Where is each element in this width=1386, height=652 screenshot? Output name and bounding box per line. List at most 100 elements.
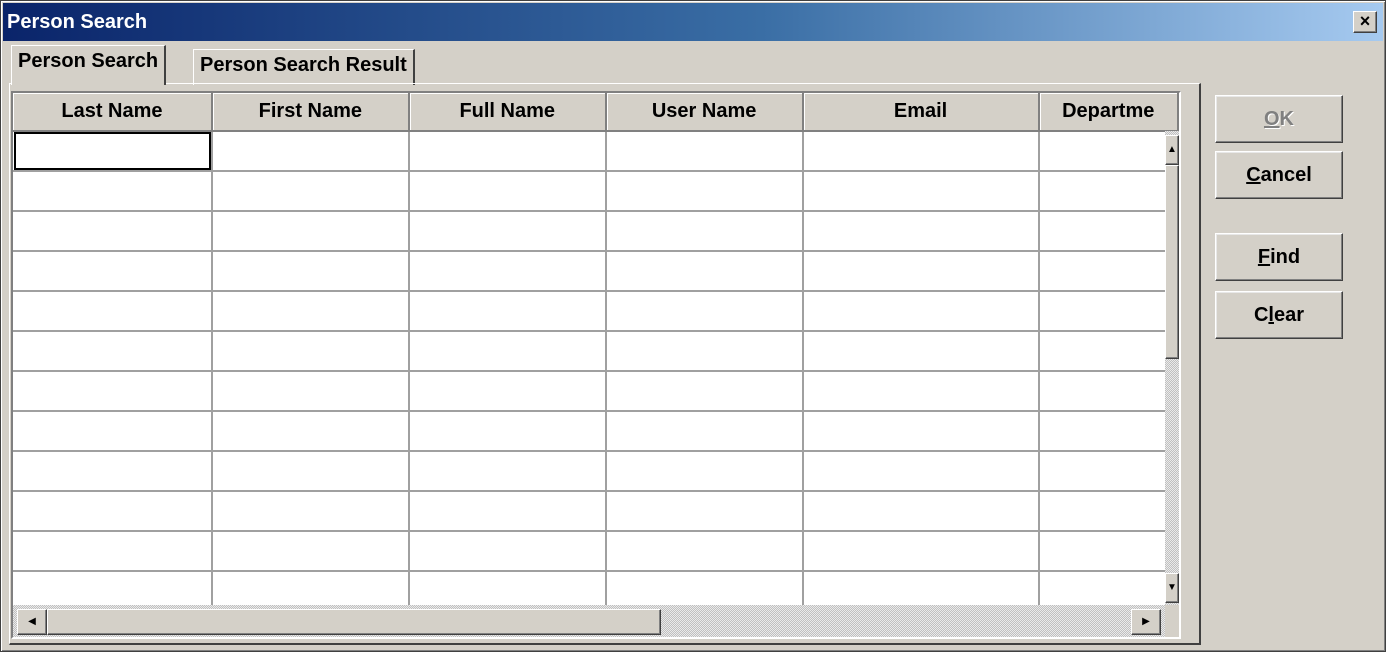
grid-cell[interactable] bbox=[13, 411, 213, 452]
grid-cell[interactable] bbox=[1038, 331, 1179, 372]
grid-cell[interactable] bbox=[1038, 131, 1179, 172]
grid-cell[interactable] bbox=[605, 251, 804, 292]
grid-cell[interactable] bbox=[408, 411, 607, 452]
grid-cell[interactable] bbox=[408, 131, 607, 172]
grid-cell[interactable] bbox=[802, 331, 1040, 372]
search-criteria-table: Last Name First Name Full Name User Name Ema… bbox=[13, 93, 1179, 612]
grid-cell[interactable] bbox=[605, 331, 804, 372]
scroll-down-icon[interactable]: ▼ bbox=[1165, 573, 1179, 603]
vertical-scrollbar[interactable]: ▲ ▼ bbox=[1165, 131, 1179, 605]
horizontal-scroll-thumb[interactable] bbox=[47, 609, 661, 635]
clear-button-label: ear bbox=[1273, 304, 1305, 326]
tab-person-search-result[interactable]: Person Search Result bbox=[193, 49, 415, 85]
table-row bbox=[13, 131, 1179, 172]
grid-cell[interactable] bbox=[802, 411, 1040, 452]
grid-cell[interactable] bbox=[802, 451, 1040, 492]
column-header-4[interactable]: Email bbox=[802, 93, 1040, 132]
grid-cell[interactable] bbox=[211, 171, 410, 212]
grid-cell[interactable] bbox=[211, 491, 410, 532]
grid-cell[interactable] bbox=[802, 291, 1040, 332]
grid-cell[interactable] bbox=[1038, 291, 1179, 332]
scroll-right-icon[interactable]: ▶ bbox=[1131, 609, 1161, 635]
grid-cell[interactable] bbox=[408, 291, 607, 332]
grid-cell[interactable] bbox=[211, 331, 410, 372]
grid-cell[interactable] bbox=[13, 491, 213, 532]
close-icon[interactable]: × bbox=[1353, 11, 1377, 33]
grid-cell[interactable] bbox=[408, 491, 607, 532]
clear-button[interactable]: Clear bbox=[1215, 291, 1343, 339]
grid-cell[interactable] bbox=[13, 371, 213, 412]
grid-cell[interactable] bbox=[802, 211, 1040, 252]
table-row bbox=[13, 531, 1179, 572]
table-row bbox=[13, 251, 1179, 292]
horizontal-scrollbar[interactable]: ◀ ▶ bbox=[13, 605, 1165, 637]
grid-cell[interactable] bbox=[605, 531, 804, 572]
grid-cell[interactable] bbox=[802, 491, 1040, 532]
grid-cell[interactable] bbox=[1038, 211, 1179, 252]
grid-cell[interactable] bbox=[211, 131, 410, 172]
column-header-5[interactable]: Departme bbox=[1038, 93, 1179, 132]
title-bar[interactable]: Person Search × bbox=[3, 3, 1383, 41]
grid-cell[interactable] bbox=[13, 531, 213, 572]
grid-cell[interactable] bbox=[802, 531, 1040, 572]
scroll-left-icon[interactable]: ◀ bbox=[17, 609, 47, 635]
person-search-window: Person Search × Person Search Person Sea… bbox=[0, 0, 1386, 652]
grid-cell[interactable] bbox=[1038, 491, 1179, 532]
cancel-button-label: ancel bbox=[1260, 164, 1312, 186]
grid-cell[interactable] bbox=[802, 251, 1040, 292]
grid-cell[interactable] bbox=[1038, 251, 1179, 292]
grid-cell[interactable] bbox=[211, 291, 410, 332]
grid-cell[interactable] bbox=[13, 331, 213, 372]
grid-cell[interactable] bbox=[802, 371, 1040, 412]
grid-cell[interactable] bbox=[13, 451, 213, 492]
grid-cell[interactable] bbox=[13, 131, 213, 172]
table-row bbox=[13, 331, 1179, 372]
scroll-up-icon[interactable]: ▲ bbox=[1165, 135, 1179, 165]
vertical-scroll-thumb[interactable] bbox=[1165, 165, 1179, 359]
grid-cell[interactable] bbox=[1038, 411, 1179, 452]
scrollbar-corner bbox=[1165, 605, 1179, 637]
grid-cell[interactable] bbox=[605, 211, 804, 252]
grid-cell[interactable] bbox=[408, 531, 607, 572]
grid-cell[interactable] bbox=[211, 211, 410, 252]
table-row bbox=[13, 371, 1179, 412]
grid-cell[interactable] bbox=[13, 211, 213, 252]
grid-cell[interactable] bbox=[605, 171, 804, 212]
grid-cell[interactable] bbox=[13, 171, 213, 212]
tab-person-search[interactable]: Person Search bbox=[11, 45, 167, 85]
grid-cell[interactable] bbox=[211, 451, 410, 492]
grid-cell[interactable] bbox=[211, 251, 410, 292]
grid-cell[interactable] bbox=[211, 531, 410, 572]
grid-cell[interactable] bbox=[605, 371, 804, 412]
grid-cell[interactable] bbox=[1038, 451, 1179, 492]
grid-cell[interactable] bbox=[211, 371, 410, 412]
grid-cell[interactable] bbox=[802, 171, 1040, 212]
grid-cell[interactable] bbox=[605, 451, 804, 492]
grid-cell[interactable] bbox=[1038, 171, 1179, 212]
grid-cell[interactable] bbox=[802, 131, 1040, 172]
search-grid: Last Name First Name Full Name User Name Ema… bbox=[11, 91, 1181, 639]
grid-cell[interactable] bbox=[605, 291, 804, 332]
column-header-2[interactable]: Full Name bbox=[408, 93, 607, 132]
grid-cell[interactable] bbox=[408, 451, 607, 492]
grid-cell[interactable] bbox=[605, 411, 804, 452]
grid-cell[interactable] bbox=[211, 411, 410, 452]
column-header-3[interactable]: User Name bbox=[605, 93, 804, 132]
grid-cell[interactable] bbox=[408, 211, 607, 252]
grid-cell[interactable] bbox=[408, 331, 607, 372]
cancel-button[interactable]: Cancel bbox=[1215, 151, 1343, 199]
column-header-0[interactable]: Last Name bbox=[13, 93, 213, 132]
grid-cell[interactable] bbox=[605, 131, 804, 172]
grid-cell[interactable] bbox=[408, 171, 607, 212]
grid-cell[interactable] bbox=[605, 491, 804, 532]
ok-button[interactable]: OK bbox=[1215, 95, 1343, 143]
grid-cell[interactable] bbox=[408, 371, 607, 412]
grid-cell[interactable] bbox=[13, 291, 213, 332]
ok-button-label: K bbox=[1279, 108, 1294, 130]
find-button[interactable]: Find bbox=[1215, 233, 1343, 281]
grid-cell[interactable] bbox=[1038, 371, 1179, 412]
grid-cell[interactable] bbox=[408, 251, 607, 292]
column-header-1[interactable]: First Name bbox=[211, 93, 410, 132]
grid-cell[interactable] bbox=[1038, 531, 1179, 572]
grid-cell[interactable] bbox=[13, 251, 213, 292]
